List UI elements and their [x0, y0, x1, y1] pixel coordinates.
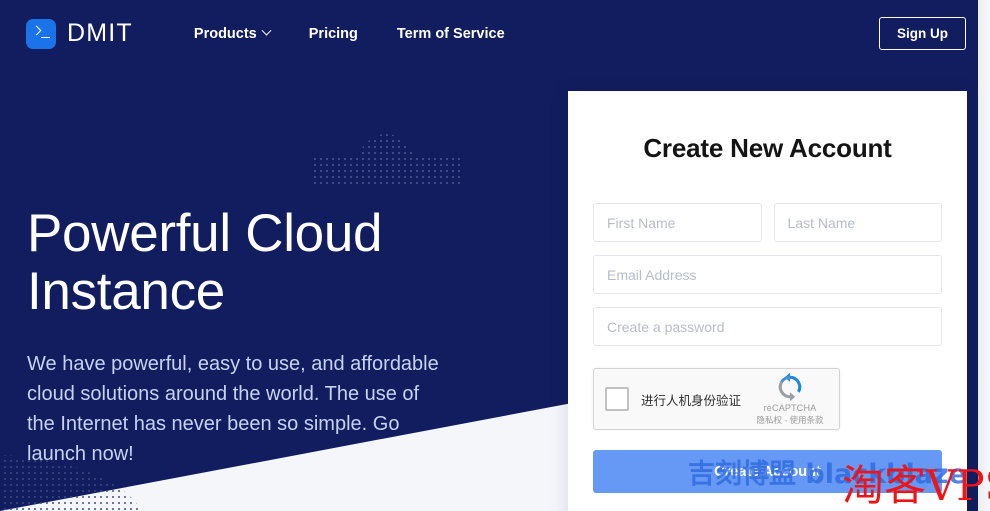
nav-item-term-of-service[interactable]: Term of Service — [397, 26, 505, 42]
nav-item-pricing[interactable]: Pricing — [309, 26, 358, 42]
dotted-cloud-decoration — [312, 96, 460, 186]
recaptcha-label: 进行人机身份验证 — [641, 390, 752, 409]
create-account-button[interactable]: Create Account — [593, 450, 942, 493]
navbar: DMIT Products Pricing Term of Service Si… — [0, 0, 990, 67]
email-input[interactable] — [593, 255, 942, 294]
brand-logo-link[interactable]: DMIT — [26, 19, 133, 49]
terminal-prompt-icon — [26, 19, 56, 49]
name-field-row — [593, 203, 942, 242]
right-edge-strip — [978, 0, 990, 511]
nav-links: Products Pricing Term of Service — [194, 26, 505, 42]
nav-item-term-of-service-label: Term of Service — [397, 26, 505, 42]
recaptcha-widget[interactable]: 进行人机身份验证 reCAPTCHA 隐私权 - 使用条款 — [593, 368, 840, 430]
recaptcha-terms-text[interactable]: 隐私权 - 使用条款 — [752, 414, 828, 426]
nav-item-products[interactable]: Products — [194, 26, 270, 42]
hero-title-line2: Instance — [27, 262, 225, 321]
page-title: Powerful Cloud Instance — [27, 205, 447, 321]
nav-item-pricing-label: Pricing — [309, 26, 358, 42]
recaptcha-icon — [775, 372, 805, 402]
recaptcha-checkbox[interactable] — [605, 387, 629, 411]
signup-button[interactable]: Sign Up — [879, 17, 966, 50]
prompt-underscore-shape — [41, 37, 50, 39]
hero-subtitle: We have powerful, easy to use, and affor… — [27, 349, 447, 469]
hero-title-line1: Powerful Cloud — [27, 204, 382, 263]
brand-name: DMIT — [67, 19, 133, 48]
last-name-input[interactable] — [774, 203, 943, 242]
hero-section: Powerful Cloud Instance We have powerful… — [27, 205, 447, 469]
recaptcha-brand-text: reCAPTCHA — [752, 403, 828, 413]
card-title: Create New Account — [593, 133, 942, 164]
create-account-card: Create New Account 进行人机身份验证 reCAPTCHA 隐私… — [568, 91, 967, 511]
page-root: DMIT Products Pricing Term of Service Si… — [0, 0, 990, 511]
nav-item-products-label: Products — [194, 26, 257, 42]
prompt-chevron-shape — [32, 25, 42, 35]
first-name-input[interactable] — [593, 203, 762, 242]
password-input[interactable] — [593, 307, 942, 346]
chevron-down-icon — [261, 26, 271, 36]
recaptcha-branding: reCAPTCHA 隐私权 - 使用条款 — [752, 372, 828, 426]
